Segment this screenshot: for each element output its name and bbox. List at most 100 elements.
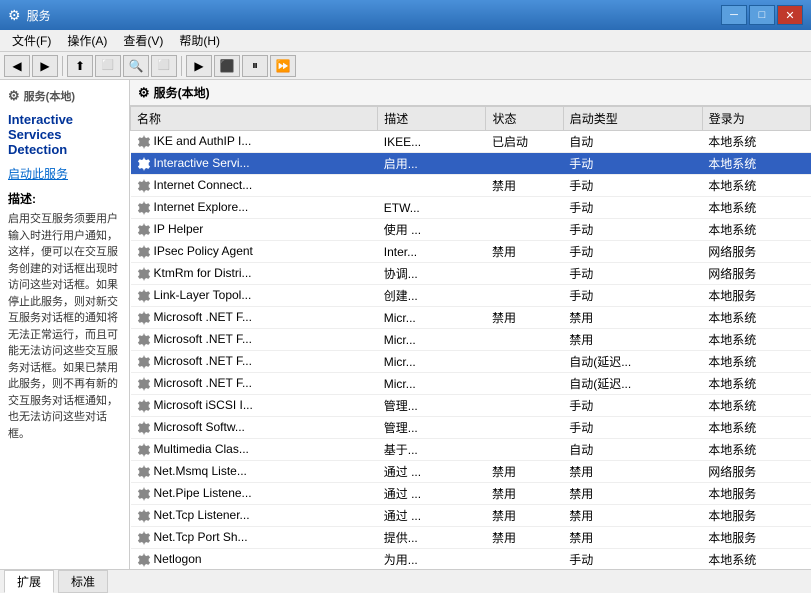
service-status-cell	[486, 417, 563, 439]
table-row[interactable]: Internet Explore...ETW...手动本地系统	[131, 197, 811, 219]
table-row[interactable]: KtmRm for Distri...协调...手动网络服务	[131, 263, 811, 285]
folders-button[interactable]: ⬜	[151, 55, 177, 77]
table-row[interactable]: Link-Layer Topol...创建...手动本地服务	[131, 285, 811, 307]
service-desc-cell: 基于...	[378, 439, 486, 461]
service-logon-cell: 本地服务	[702, 505, 810, 527]
service-starttype-cell: 手动	[563, 241, 702, 263]
table-row[interactable]: Net.Pipe Listene...通过 ...禁用禁用本地服务	[131, 483, 811, 505]
service-status-cell	[486, 351, 563, 373]
table-row[interactable]: Microsoft .NET F...Micr...禁用禁用本地系统	[131, 307, 811, 329]
service-name-cell: Internet Connect...	[131, 175, 378, 197]
window-icon: ⚙	[8, 7, 21, 24]
service-status-cell	[486, 329, 563, 351]
col-starttype[interactable]: 启动类型	[563, 107, 702, 131]
table-row[interactable]: Net.Msmq Liste...通过 ...禁用禁用网络服务	[131, 461, 811, 483]
table-row[interactable]: Net.Tcp Port Sh...提供...禁用禁用本地服务	[131, 527, 811, 549]
separator-2	[181, 56, 182, 76]
service-status-cell: 禁用	[486, 461, 563, 483]
menu-file[interactable]: 文件(F)	[4, 30, 59, 51]
service-status-cell	[486, 285, 563, 307]
forward-button[interactable]: ▶	[32, 55, 58, 77]
table-row[interactable]: IPsec Policy AgentInter...禁用手动网络服务	[131, 241, 811, 263]
show-hide-button[interactable]: ⬜	[95, 55, 121, 77]
minimize-button[interactable]: ─	[721, 5, 747, 25]
toolbar: ◀ ▶ ⬆ ⬜ 🔍 ⬜ ▶ ⬛ ⏸ ⏩	[0, 52, 811, 80]
tab-extended[interactable]: 扩展	[4, 570, 54, 593]
maximize-button[interactable]: □	[749, 5, 775, 25]
table-row[interactable]: IKE and AuthIP I...IKEE...已启动自动本地系统	[131, 131, 811, 153]
table-row[interactable]: IP Helper使用 ...手动本地系统	[131, 219, 811, 241]
col-desc[interactable]: 描述	[378, 107, 486, 131]
service-name-cell: Microsoft .NET F...	[131, 373, 378, 395]
service-desc-cell: Inter...	[378, 241, 486, 263]
menu-help[interactable]: 帮助(H)	[171, 30, 228, 51]
service-starttype-cell: 禁用	[563, 307, 702, 329]
service-logon-cell: 本地系统	[702, 439, 810, 461]
service-starttype-cell: 禁用	[563, 527, 702, 549]
table-row[interactable]: Internet Connect...禁用手动本地系统	[131, 175, 811, 197]
services-list: 名称 描述 状态 启动类型 登录为 IKE and AuthIP I...IKE…	[130, 106, 811, 569]
separator-1	[62, 56, 63, 76]
table-row[interactable]: Multimedia Clas...基于...自动本地系统	[131, 439, 811, 461]
service-status-cell	[486, 373, 563, 395]
service-desc-cell	[378, 175, 486, 197]
menu-view[interactable]: 查看(V)	[115, 30, 171, 51]
service-desc-cell: 通过 ...	[378, 505, 486, 527]
service-logon-cell: 本地服务	[702, 285, 810, 307]
service-name-cell: Net.Tcp Listener...	[131, 505, 378, 527]
service-name-cell: Link-Layer Topol...	[131, 285, 378, 307]
service-name-cell: Microsoft .NET F...	[131, 329, 378, 351]
service-status-cell: 禁用	[486, 527, 563, 549]
selected-service-name: Interactive Services Detection	[8, 112, 121, 157]
service-logon-cell: 本地系统	[702, 395, 810, 417]
close-button[interactable]: ✕	[777, 5, 803, 25]
service-desc-cell: 提供...	[378, 527, 486, 549]
col-logon[interactable]: 登录为	[702, 107, 810, 131]
service-table[interactable]: 名称 描述 状态 启动类型 登录为 IKE and AuthIP I...IKE…	[130, 106, 811, 569]
service-name-cell: Netlogon	[131, 549, 378, 570]
table-row[interactable]: Interactive Servi...启用...手动本地系统	[131, 153, 811, 175]
service-name-cell: Microsoft Softw...	[131, 417, 378, 439]
service-starttype-cell: 禁用	[563, 483, 702, 505]
service-status-cell: 禁用	[486, 505, 563, 527]
up-button[interactable]: ⬆	[67, 55, 93, 77]
service-name-cell: Microsoft .NET F...	[131, 307, 378, 329]
col-name[interactable]: 名称	[131, 107, 378, 131]
service-starttype-cell: 手动	[563, 197, 702, 219]
service-starttype-cell: 禁用	[563, 461, 702, 483]
play-button[interactable]: ▶	[186, 55, 212, 77]
gear-icon-left: ⚙	[8, 88, 20, 104]
restart-button[interactable]: ⏩	[270, 55, 296, 77]
table-row[interactable]: Microsoft .NET F...Micr...自动(延迟...本地系统	[131, 373, 811, 395]
service-desc-cell: Micr...	[378, 307, 486, 329]
service-starttype-cell: 自动	[563, 131, 702, 153]
stop-button[interactable]: ⬛	[214, 55, 240, 77]
table-row[interactable]: Net.Tcp Listener...通过 ...禁用禁用本地服务	[131, 505, 811, 527]
service-logon-cell: 本地服务	[702, 527, 810, 549]
table-row[interactable]: Microsoft iSCSI I...管理...手动本地系统	[131, 395, 811, 417]
pause-button[interactable]: ⏸	[242, 55, 268, 77]
service-status-cell: 禁用	[486, 483, 563, 505]
table-row[interactable]: Netlogon为用...手动本地系统	[131, 549, 811, 570]
service-name-cell: IKE and AuthIP I...	[131, 131, 378, 153]
table-row[interactable]: Microsoft .NET F...Micr...禁用本地系统	[131, 329, 811, 351]
service-logon-cell: 本地系统	[702, 153, 810, 175]
table-row[interactable]: Microsoft Softw...管理...手动本地系统	[131, 417, 811, 439]
service-logon-cell: 本地系统	[702, 175, 810, 197]
service-name-cell: Net.Tcp Port Sh...	[131, 527, 378, 549]
start-service-link[interactable]: 启动此服务	[8, 165, 121, 182]
service-logon-cell: 本地系统	[702, 219, 810, 241]
service-logon-cell: 本地系统	[702, 549, 810, 570]
search-button[interactable]: 🔍	[123, 55, 149, 77]
tab-standard[interactable]: 标准	[58, 570, 108, 593]
service-name-cell: IPsec Policy Agent	[131, 241, 378, 263]
back-button[interactable]: ◀	[4, 55, 30, 77]
service-name-cell: Microsoft iSCSI I...	[131, 395, 378, 417]
main-layout: ⚙ 服务(本地) Interactive Services Detection …	[0, 80, 811, 569]
service-name-cell: KtmRm for Distri...	[131, 263, 378, 285]
table-row[interactable]: Microsoft .NET F...Micr...自动(延迟...本地系统	[131, 351, 811, 373]
service-starttype-cell: 手动	[563, 549, 702, 570]
col-status[interactable]: 状态	[486, 107, 563, 131]
menu-action[interactable]: 操作(A)	[59, 30, 115, 51]
service-logon-cell: 本地系统	[702, 373, 810, 395]
